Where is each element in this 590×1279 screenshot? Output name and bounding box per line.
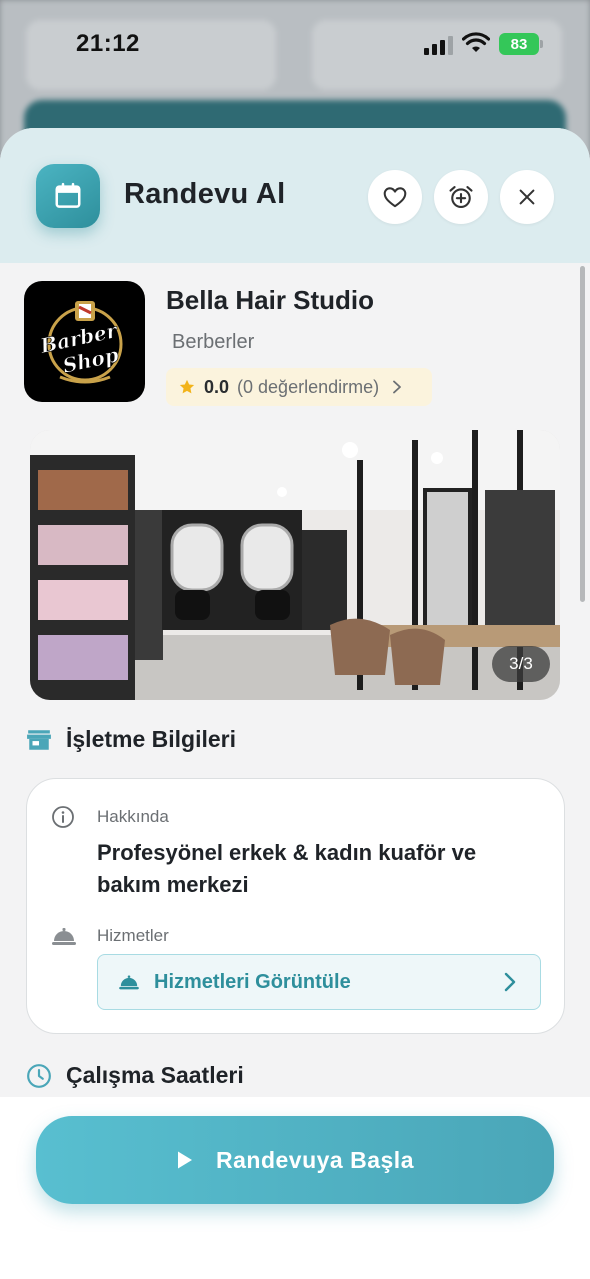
sheet-title: Randevu Al (124, 178, 286, 210)
wifi-icon (462, 32, 490, 52)
rating-count: (0 değerlendirme) (237, 376, 380, 397)
start-appointment-button[interactable]: Randevuya Başla (36, 1116, 554, 1204)
scrollbar[interactable] (580, 266, 585, 602)
favorite-button[interactable] (368, 170, 422, 224)
rating-value: 0.0 (204, 376, 230, 397)
alarm-add-icon (449, 186, 473, 208)
chevron-right-icon (393, 380, 402, 394)
service-bell-icon (52, 928, 76, 945)
close-icon (519, 189, 535, 205)
clock-icon (27, 1063, 51, 1088)
star-icon (179, 379, 195, 394)
status-time: 21:12 (76, 30, 140, 57)
status-bar: 21:12 83 (0, 0, 590, 90)
info-icon (52, 806, 74, 828)
about-text: Profesyönel erkek & kadın kuaför ve bakı… (97, 840, 477, 897)
working-hours-title: Çalışma Saatleri (66, 1062, 244, 1088)
business-info-section-title: İşletme Bilgileri (26, 726, 236, 753)
about-label: Hakkında (97, 807, 169, 826)
business-info-title: İşletme Bilgileri (66, 726, 237, 752)
business-info-card: Hakkında Profesyönel erkek & kadın kuafö… (26, 778, 565, 1034)
business-category: Berberler (172, 331, 255, 353)
business-name: Bella Hair Studio (166, 285, 375, 315)
calendar-icon (36, 164, 100, 228)
store-icon (27, 729, 51, 750)
cellular-signal-icon (424, 36, 453, 55)
play-icon (178, 1151, 192, 1169)
close-button[interactable] (500, 170, 554, 224)
chevron-right-icon (504, 972, 516, 992)
photo-counter: 3/3 (492, 646, 550, 682)
services-label: Hizmetler (97, 926, 169, 945)
start-appointment-label: Randevuya Başla (216, 1146, 414, 1173)
rating-chip[interactable]: 0.0 (0 değerlendirme) (166, 368, 432, 406)
reminder-button[interactable] (434, 170, 488, 224)
battery-indicator: 83 (499, 33, 543, 55)
appointment-sheet: Randevu Al Barber Shop Bella Hair Studio… (0, 128, 590, 1279)
heart-icon (383, 187, 407, 208)
business-logo: Barber Shop (24, 281, 145, 402)
business-photo[interactable]: 3/3 (30, 430, 560, 700)
view-services-button[interactable]: Hizmetleri Görüntüle (97, 954, 541, 1010)
view-services-label: Hizmetleri Görüntüle (154, 970, 351, 993)
battery-level: 83 (510, 35, 528, 53)
working-hours-section-title: Çalışma Saatleri (26, 1062, 244, 1089)
service-bell-icon (119, 975, 139, 990)
sheet-header: Randevu Al (0, 128, 590, 263)
bottom-action-bar: Randevuya Başla (0, 1097, 590, 1279)
